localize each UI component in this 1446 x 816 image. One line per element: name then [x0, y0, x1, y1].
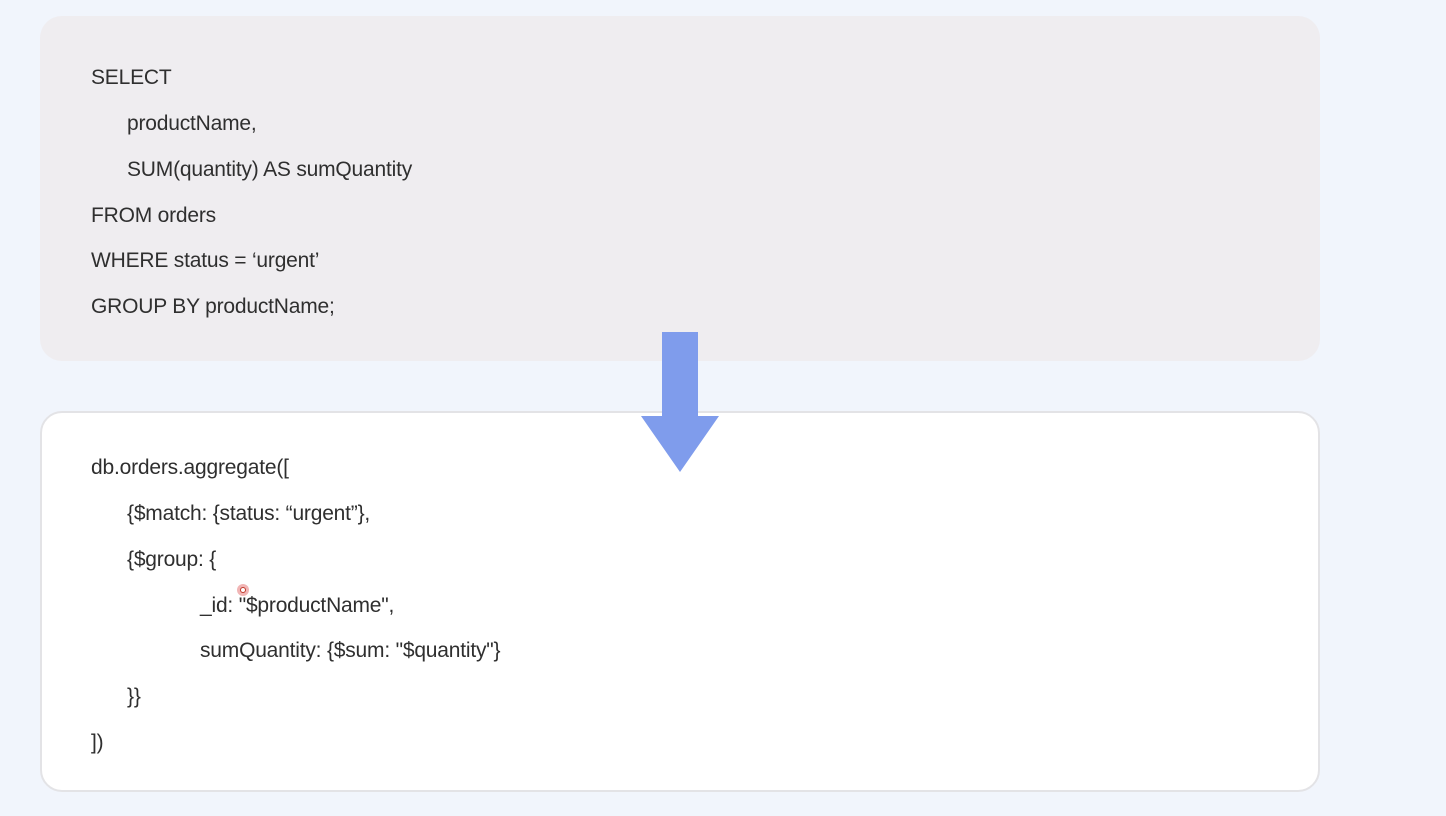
sql-line-sum-quantity: SUM(quantity) AS sumQuantity	[127, 158, 413, 181]
mongo-line-match: {$match: {status: “urgent”},	[127, 502, 371, 525]
mongo-line-group-close: }}	[127, 685, 141, 708]
arrow-down-icon	[641, 332, 719, 472]
mongo-line-aggregate: db.orders.aggregate([	[91, 456, 289, 479]
mongo-line-id: _id: "$productName",	[200, 594, 395, 617]
mongo-line-sum-quantity: sumQuantity: {$sum: "$quantity"}	[200, 639, 501, 662]
sql-line-group-by: GROUP BY productName;	[91, 295, 335, 318]
cursor-indicator-icon	[237, 584, 249, 596]
mongo-line-close: ])	[91, 731, 104, 754]
sql-line-select: SELECT	[91, 66, 172, 89]
sql-line-from: FROM orders	[91, 204, 216, 227]
sql-line-product-name: productName,	[127, 112, 257, 135]
mongo-line-group: {$group: {	[127, 548, 217, 571]
sql-line-where: WHERE status = ‘urgent’	[91, 249, 320, 272]
